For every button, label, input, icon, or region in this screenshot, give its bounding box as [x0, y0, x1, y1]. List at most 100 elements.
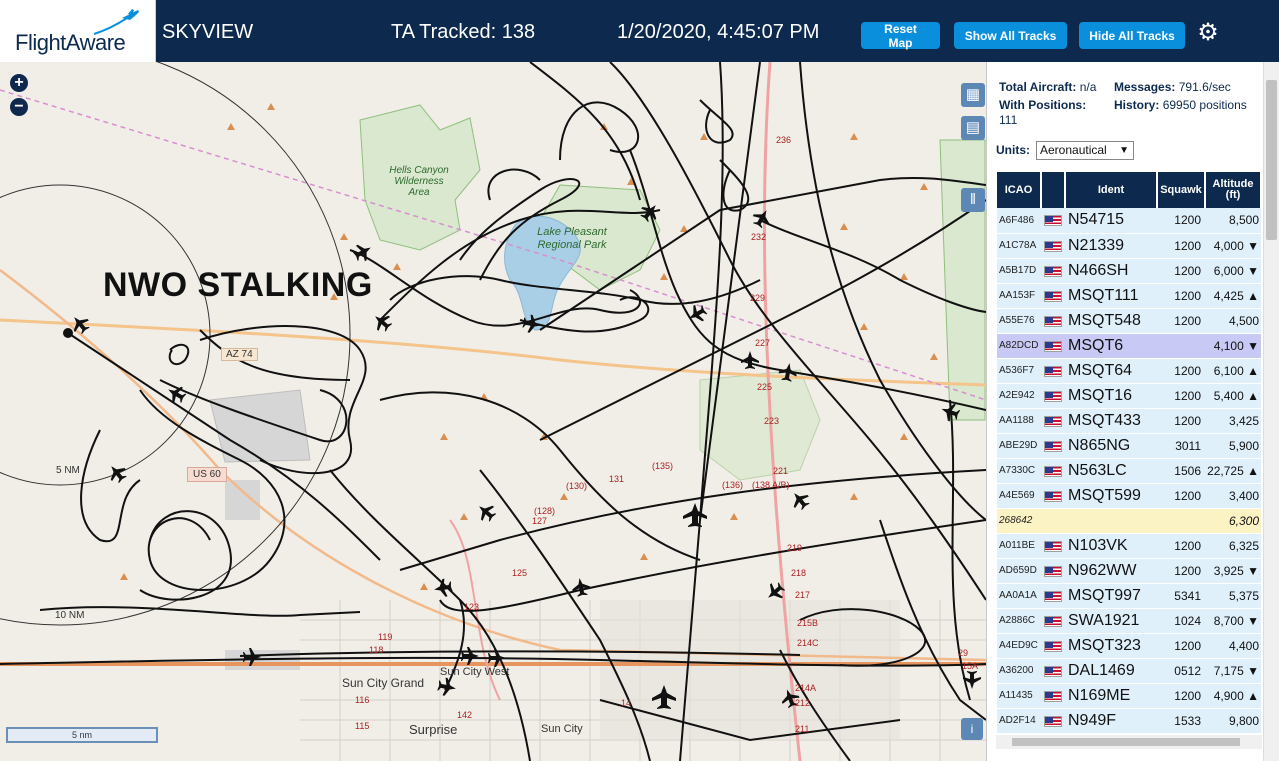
scrollbar-thumb[interactable] [1266, 80, 1277, 240]
grid-icon[interactable]: ▤ [961, 116, 985, 140]
route-number: 217 [795, 590, 811, 600]
table-row[interactable]: AD659D N962WW 1200 3,925 ▼ [997, 558, 1261, 584]
table-row[interactable]: ABE29D N865NG 3011 5,900 [997, 433, 1261, 459]
route-number: 125 [512, 568, 528, 578]
table-row[interactable]: A011BE N103VK 1200 6,325 [997, 533, 1261, 559]
column-header-squawk[interactable]: Squawk [1157, 172, 1206, 208]
table-row[interactable]: A1C78A N21339 1200 4,000 ▼ [997, 233, 1261, 259]
column-header-flag[interactable] [1041, 172, 1066, 208]
units-select[interactable]: Aeronautical ▼ [1036, 141, 1134, 160]
us-flag-icon [1044, 590, 1062, 602]
table-row[interactable]: A7330C N563LC 1506 22,725 ▲ [997, 458, 1261, 484]
cell-icao: A536F7 [997, 358, 1041, 384]
zoom-in-icon[interactable]: + [10, 74, 28, 92]
us-flag-icon [1044, 715, 1062, 727]
cell-ident: N466SH [1065, 258, 1157, 284]
hide-all-tracks-button[interactable]: Hide All Tracks [1079, 22, 1185, 49]
label-us60: US 60 [187, 467, 227, 482]
route-number: (128) [534, 506, 556, 516]
cell-flag [1041, 258, 1065, 284]
route-number: 127 [532, 516, 548, 526]
cell-ident: MSQT16 [1065, 383, 1157, 409]
cell-altitude: 4,000 ▼ [1205, 233, 1261, 259]
cell-squawk: 1200 [1157, 683, 1205, 709]
cell-altitude: 4,400 [1205, 633, 1261, 659]
table-row[interactable]: AA0A1A MSQT997 5341 5,375 [997, 583, 1261, 609]
column-header-altitude[interactable]: Altitude (ft) [1205, 172, 1261, 208]
route-number: 115 [355, 721, 370, 731]
reset-map-button[interactable]: Reset Map [861, 22, 940, 50]
show-all-tracks-button[interactable]: Show All Tracks [954, 22, 1067, 49]
tracked-count: TA Tracked: 138 [391, 21, 536, 43]
cell-altitude: 9,800 [1205, 708, 1261, 734]
cell-squawk: 1200 [1157, 633, 1205, 659]
table-row[interactable]: A82DCD MSQT6 4,100 ▼ [997, 333, 1261, 359]
label-ring-5nm: 5 NM [56, 465, 80, 476]
info-icon[interactable]: i [961, 718, 983, 740]
table-row[interactable]: A6F486 N54715 1200 8,500 [997, 208, 1261, 234]
label-surprise: Surprise [409, 722, 458, 737]
table-row[interactable]: A36200 DAL1469 0512 7,175 ▼ [997, 658, 1261, 684]
cell-icao: A5B17D [997, 258, 1041, 284]
route-number: 232 [751, 232, 767, 242]
columns-icon[interactable]: ‖ [961, 188, 985, 212]
table-row[interactable]: A4ED9C MSQT323 1200 4,400 [997, 633, 1261, 659]
table-row[interactable]: AD2F14 N949F 1533 9,800 [997, 708, 1261, 734]
table-row[interactable]: A2886C SWA1921 1024 8,700 ▼ [997, 608, 1261, 634]
cell-icao: AA0A1A [997, 583, 1041, 609]
top-header: FlightAware SKYVIEW TA Tracked: 138 1/20… [0, 0, 1279, 62]
route-number: 229 [750, 293, 766, 303]
map-view[interactable]: Hells Canyon Wilderness Area Lake Pleasa… [0, 62, 986, 761]
cell-icao: A36200 [997, 658, 1041, 684]
table-horizontal-scrollbar[interactable] [996, 735, 1262, 749]
table-row[interactable]: AA1188 MSQT433 1200 3,425 [997, 408, 1261, 434]
aircraft-table-container[interactable]: ICAO Ident Squawk Altitude (ft) A6F486 N5… [997, 172, 1261, 760]
app-title: SKYVIEW [162, 21, 254, 43]
cell-flag [1041, 433, 1065, 459]
cell-altitude: 7,175 ▼ [1205, 658, 1261, 684]
cell-icao: A4E569 [997, 483, 1041, 509]
cell-ident: N21339 [1065, 233, 1157, 259]
scrollbar-thumb[interactable] [1012, 738, 1240, 746]
table-row[interactable]: A4E569 MSQT599 1200 3,400 [997, 483, 1261, 509]
label-sun-city-west: Sun City West [440, 666, 510, 678]
us-flag-icon [1044, 240, 1062, 252]
flightaware-logo[interactable]: FlightAware [0, 0, 156, 62]
cell-icao: A1C78A [997, 233, 1041, 259]
us-flag-icon [1044, 440, 1062, 452]
cell-icao: A2886C [997, 608, 1041, 634]
table-row[interactable]: A2E942 MSQT16 1200 5,400 ▲ [997, 383, 1261, 409]
us-flag-icon [1044, 665, 1062, 677]
map-layer-icon[interactable]: ▦ [961, 83, 985, 107]
route-number: 221 [773, 466, 789, 476]
gear-icon[interactable]: ⚙ [1195, 20, 1221, 46]
table-row[interactable]: A5B17D N466SH 1200 6,000 ▼ [997, 258, 1261, 284]
route-number: 123 [464, 602, 480, 612]
us-flag-icon [1044, 340, 1062, 352]
us-flag-icon [1044, 615, 1062, 627]
cell-altitude: 4,500 [1205, 308, 1261, 334]
table-row[interactable]: A55E76 MSQT548 1200 4,500 [997, 308, 1261, 334]
cell-flag [1041, 308, 1065, 334]
column-header-ident[interactable]: Ident [1065, 172, 1158, 208]
sidebar-vertical-scrollbar[interactable] [1263, 62, 1279, 761]
current-datetime: 1/20/2020, 4:45:07 PM [617, 21, 820, 43]
table-row[interactable]: AA153F MSQT111 1200 4,425 ▲ [997, 283, 1261, 309]
cell-flag [1041, 458, 1065, 484]
cell-altitude: 22,725 ▲ [1205, 458, 1261, 484]
stat-value: 69950 positions [1162, 98, 1247, 112]
route-number: 142 [457, 710, 473, 720]
zoom-out-icon[interactable]: − [10, 98, 28, 116]
table-row[interactable]: 268642 6,300 [997, 508, 1261, 534]
cell-altitude: 4,100 ▼ [1205, 333, 1261, 359]
cell-altitude: 5,375 [1205, 583, 1261, 609]
label-ring-10nm: 10 NM [55, 610, 85, 621]
cell-squawk: 0512 [1157, 658, 1205, 684]
column-header-icao[interactable]: ICAO [997, 172, 1042, 208]
cell-ident: N962WW [1065, 558, 1157, 584]
cell-icao: A55E76 [997, 308, 1041, 334]
route-number: 223 [764, 416, 780, 426]
table-row[interactable]: A536F7 MSQT64 1200 6,100 ▲ [997, 358, 1261, 384]
cell-altitude: 3,925 ▼ [1205, 558, 1261, 584]
table-row[interactable]: A11435 N169ME 1200 4,900 ▲ [997, 683, 1261, 709]
